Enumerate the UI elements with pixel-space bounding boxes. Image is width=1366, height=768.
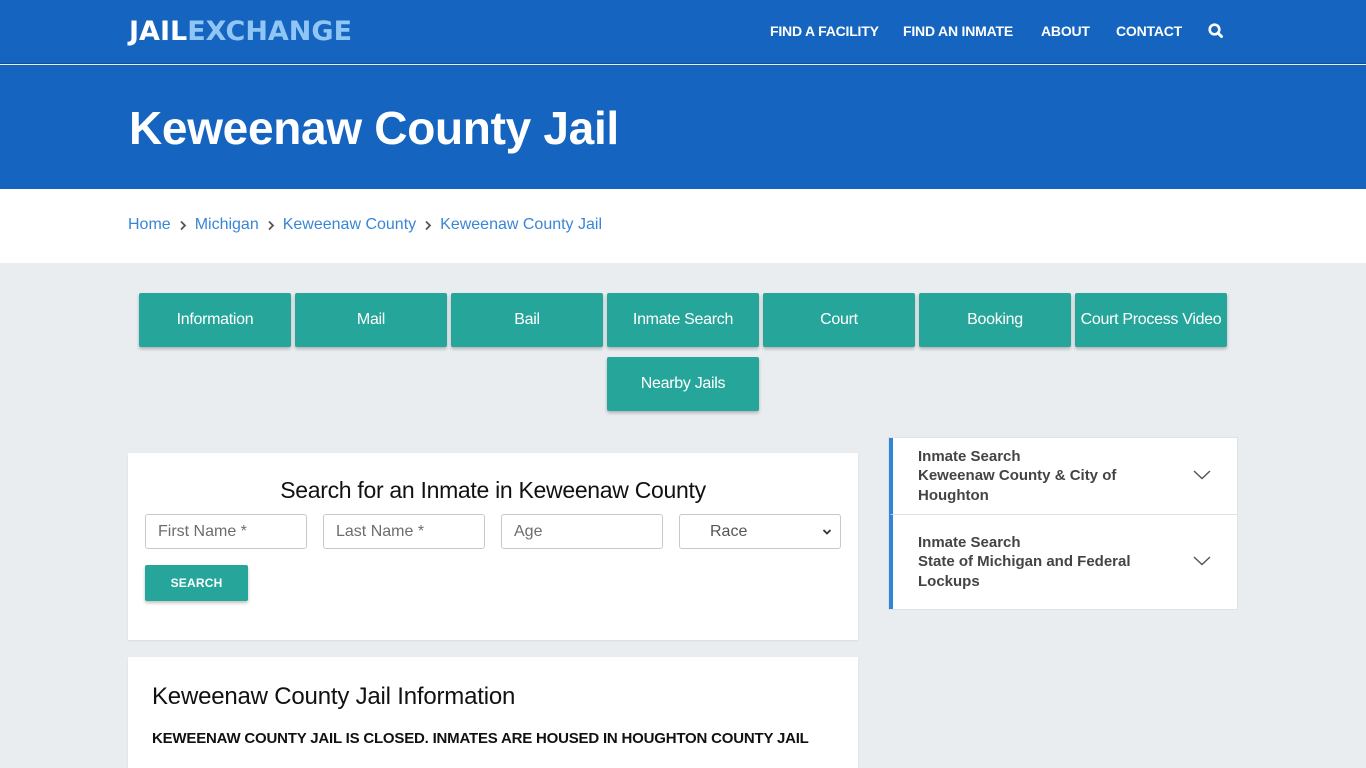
- tab-information[interactable]: Information: [139, 293, 291, 347]
- race-select[interactable]: Race: [679, 514, 841, 549]
- site-logo[interactable]: JAILEXCHANGE: [129, 16, 352, 48]
- chevron-right-icon: [259, 220, 283, 231]
- chevron-down-icon: [1193, 470, 1211, 480]
- race-selected-value: Race: [710, 522, 748, 540]
- tab-court-process-video[interactable]: Court Process Video: [1075, 293, 1227, 347]
- page-hero: Keweenaw County Jail: [0, 65, 1366, 189]
- chevron-right-icon: [416, 220, 440, 231]
- accordion-item-label: Inmate Search: [918, 447, 1021, 465]
- search-title: Search for an Inmate in Keweenaw County: [280, 477, 706, 503]
- first-name-input[interactable]: [145, 514, 307, 549]
- breadcrumb: Home Michigan Keweenaw County Keweenaw C…: [128, 216, 602, 234]
- accordion-item-sublabel: Keweenaw County & City of Houghton: [918, 467, 1117, 504]
- tab-mail[interactable]: Mail: [295, 293, 447, 347]
- tab-bail[interactable]: Bail: [451, 293, 603, 347]
- accordion-item-sublabel: State of Michigan and Federal Lockups: [918, 553, 1131, 590]
- chevron-down-icon: [822, 528, 832, 535]
- nav-contact[interactable]: CONTACT: [1116, 23, 1182, 39]
- accordion-item-label: Inmate Search: [918, 533, 1021, 551]
- page-title: Keweenaw County Jail: [129, 102, 619, 154]
- breadcrumb-jail[interactable]: Keweenaw County Jail: [440, 216, 602, 234]
- age-input[interactable]: [501, 514, 663, 549]
- logo-exchange: EXCHANGE: [187, 16, 353, 47]
- nav-find-facility[interactable]: FIND A FACILITY: [770, 23, 879, 39]
- nav-find-inmate[interactable]: FIND AN INMATE: [903, 23, 1013, 39]
- nav-about[interactable]: ABOUT: [1041, 23, 1090, 39]
- inmate-search-card: Search for an Inmate in Keweenaw County …: [128, 453, 858, 640]
- breadcrumb-home[interactable]: Home: [128, 216, 171, 234]
- tab-inmate-search[interactable]: Inmate Search: [607, 293, 759, 347]
- search-button[interactable]: SEARCH: [145, 565, 248, 601]
- chevron-down-icon: [1193, 556, 1211, 566]
- search-icon[interactable]: [1207, 22, 1225, 40]
- accordion-item-county-search[interactable]: Inmate Search Keweenaw County & City of …: [889, 438, 1237, 514]
- jail-info-card: Keweenaw County Jail Information KEWEENA…: [128, 657, 858, 768]
- tab-court[interactable]: Court: [763, 293, 915, 347]
- tab-booking[interactable]: Booking: [919, 293, 1071, 347]
- breadcrumb-michigan[interactable]: Michigan: [195, 216, 259, 234]
- top-navbar: JAILEXCHANGE FIND A FACILITY FIND AN INM…: [0, 0, 1366, 64]
- chevron-right-icon: [171, 220, 195, 231]
- logo-jail: JAIL: [129, 16, 188, 47]
- closure-notice: KEWEENAW COUNTY JAIL IS CLOSED. INMATES …: [152, 730, 809, 747]
- breadcrumb-county[interactable]: Keweenaw County: [283, 216, 416, 234]
- last-name-input[interactable]: [323, 514, 485, 549]
- breadcrumb-bar: Home Michigan Keweenaw County Keweenaw C…: [0, 189, 1366, 263]
- accordion-item-state-federal-search[interactable]: Inmate Search State of Michigan and Fede…: [889, 514, 1237, 609]
- info-title: Keweenaw County Jail Information: [152, 683, 516, 710]
- sidebar-accordion: Inmate Search Keweenaw County & City of …: [888, 437, 1238, 610]
- tab-nearby-jails[interactable]: Nearby Jails: [607, 357, 759, 411]
